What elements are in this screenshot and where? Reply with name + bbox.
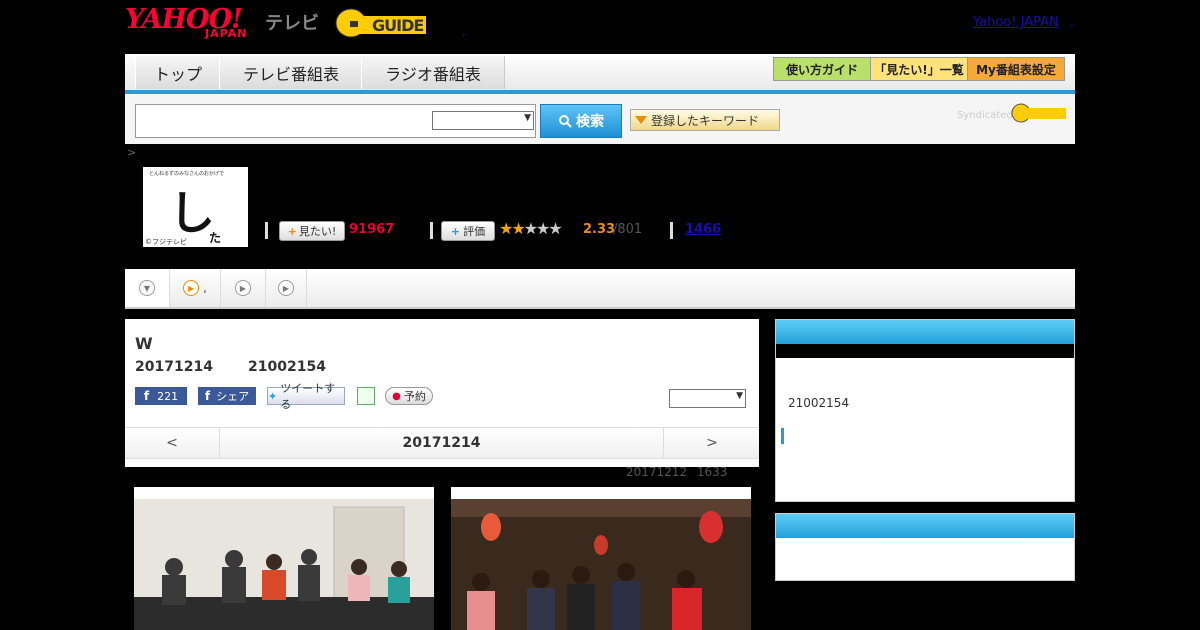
- episode-photo-2[interactable]: [451, 487, 751, 630]
- tab-radio-listings[interactable]: ラジオ番組表: [361, 56, 505, 89]
- japan-logo: JAPAN: [205, 27, 248, 40]
- chevron-down-icon: ▼: [139, 280, 155, 296]
- side-code: 21002154: [788, 396, 850, 410]
- pager-prev[interactable]: <: [125, 428, 220, 458]
- updated-date: 20171212: [626, 465, 688, 479]
- side-panel-1-header: [776, 320, 1074, 344]
- subtab-2[interactable]: ▶ ,: [170, 269, 221, 307]
- terebi-label[interactable]: テレビ: [265, 9, 319, 35]
- subtab-2-label: ,: [203, 281, 207, 295]
- rating-stars: ★★★★★: [499, 219, 563, 238]
- search-bar: ▼ 検索 登録したキーワード Syndicated: [125, 94, 1075, 144]
- header-link-dot: .: [1070, 15, 1074, 29]
- chevron-down-icon: ▼: [736, 391, 743, 401]
- episode-date: 20171214: [135, 359, 213, 375]
- program-subtabs: ▼ ▶ , ▶ ▶: [125, 269, 1075, 309]
- record-dot-icon: ●: [392, 390, 401, 402]
- side-panel-2: [775, 513, 1075, 581]
- bookmark-icon[interactable]: [357, 387, 375, 405]
- facebook-like-button[interactable]: f 221: [135, 387, 187, 405]
- gguide-logo-text: GUIDE: [372, 16, 424, 35]
- reserve-button[interactable]: ● 予約: [385, 387, 433, 405]
- plus-icon: +: [450, 224, 461, 238]
- chevron-down-icon: ▼: [524, 113, 531, 123]
- header-comma: ,: [462, 24, 466, 38]
- star-empty-icon: ★: [536, 219, 550, 238]
- side-panel-1: 21002154: [775, 319, 1075, 502]
- divider: [430, 222, 433, 239]
- tab-tv-listings[interactable]: テレビ番組表: [219, 56, 363, 89]
- updated-count: 1633: [696, 465, 728, 479]
- want-to-watch-count: 91967: [349, 222, 395, 237]
- rate-label: 評価: [463, 225, 486, 238]
- reserve-label: 予約: [403, 390, 426, 403]
- episode-panel: W 20171214 21002154 f 221 f シェア ✦ ツイートする…: [125, 319, 759, 467]
- facebook-icon: f: [143, 389, 150, 403]
- program-thumbnail[interactable]: とんねるずのみなさんのおかげで し た ©フジテレビ: [143, 167, 248, 247]
- facebook-icon: f: [204, 389, 211, 403]
- star-empty-icon: ★: [548, 219, 562, 238]
- divider: [670, 222, 673, 239]
- side-accent-bar: [781, 428, 784, 444]
- star-filled-icon: ★: [499, 219, 513, 238]
- search-icon: [559, 115, 572, 128]
- episode-photo-1[interactable]: [134, 487, 434, 630]
- episode-title: W: [135, 334, 153, 353]
- twitter-bird-icon: ✦: [268, 389, 278, 403]
- subtab-1[interactable]: ▼: [125, 269, 170, 307]
- play-icon: ▶: [235, 280, 251, 296]
- global-nav: トップ テレビ番組表 ラジオ番組表 使い方ガイド 「見たい!」一覧 My番組表設…: [125, 54, 1075, 94]
- registered-keyword-button[interactable]: 登録したキーワード: [630, 109, 780, 131]
- want-list-button[interactable]: 「見たい!」一覧: [870, 57, 968, 81]
- search-category-select[interactable]: ▼: [432, 111, 534, 130]
- episode-code: 21002154: [248, 359, 326, 375]
- search-button[interactable]: 検索: [540, 104, 622, 138]
- updated-info: 20171212 1633: [626, 465, 727, 479]
- photo-1-image: [134, 487, 434, 630]
- date-pager: < 20171214 >: [125, 427, 759, 459]
- review-count-link[interactable]: 1466: [685, 222, 721, 237]
- play-icon: ▶: [278, 280, 294, 296]
- my-listings-button[interactable]: My番組表設定: [967, 57, 1065, 81]
- rating-value: 2.33: [583, 222, 616, 237]
- facebook-like-count: 221: [157, 389, 179, 403]
- facebook-share-button[interactable]: f シェア: [198, 387, 256, 405]
- triangle-down-icon: [635, 116, 647, 124]
- side-panel-2-header: [776, 514, 1074, 538]
- syndicated-gguide-logo: [1011, 103, 1066, 123]
- rating-count: /801: [613, 222, 643, 237]
- pager-date: 20171214: [402, 435, 481, 451]
- tweet-button[interactable]: ✦ ツイートする: [267, 382, 345, 411]
- gguide-logo[interactable]: GUIDE: [334, 6, 430, 40]
- thumb-caption: とんねるずのみなさんのおかげで: [149, 171, 225, 177]
- episode-select[interactable]: ▼: [669, 389, 746, 408]
- star-empty-icon: ★: [523, 219, 538, 238]
- search-button-label: 検索: [576, 114, 604, 130]
- play-icon: ▶: [183, 280, 200, 296]
- subtab-3[interactable]: ▶: [221, 269, 266, 307]
- subtab-4[interactable]: ▶: [266, 269, 307, 307]
- want-to-watch-button[interactable]: + 見たい!: [279, 221, 345, 241]
- thumb-glyph-small: た: [209, 231, 222, 245]
- tab-top[interactable]: トップ: [135, 56, 221, 89]
- thumb-copyright: ©フジテレビ: [145, 238, 187, 246]
- plus-icon: +: [287, 224, 297, 238]
- pager-next[interactable]: >: [663, 428, 760, 458]
- photo-2-image: [451, 487, 751, 630]
- divider: [265, 222, 268, 239]
- guide-button[interactable]: 使い方ガイド: [773, 57, 871, 81]
- registered-keyword-label: 登録したキーワード: [651, 113, 760, 128]
- facebook-share-label: シェア: [216, 390, 250, 403]
- rate-button[interactable]: + 評価: [441, 221, 495, 241]
- side-panel-1-bar: [776, 344, 1074, 358]
- star-filled-icon: ★: [511, 219, 525, 238]
- want-to-watch-label: 見たい!: [298, 225, 337, 238]
- yahoo-japan-link[interactable]: Yahoo! JAPAN: [973, 15, 1059, 30]
- tweet-label: ツイートする: [280, 382, 336, 411]
- syndicated-label: Syndicated: [957, 110, 1013, 121]
- breadcrumb: >: [127, 146, 137, 159]
